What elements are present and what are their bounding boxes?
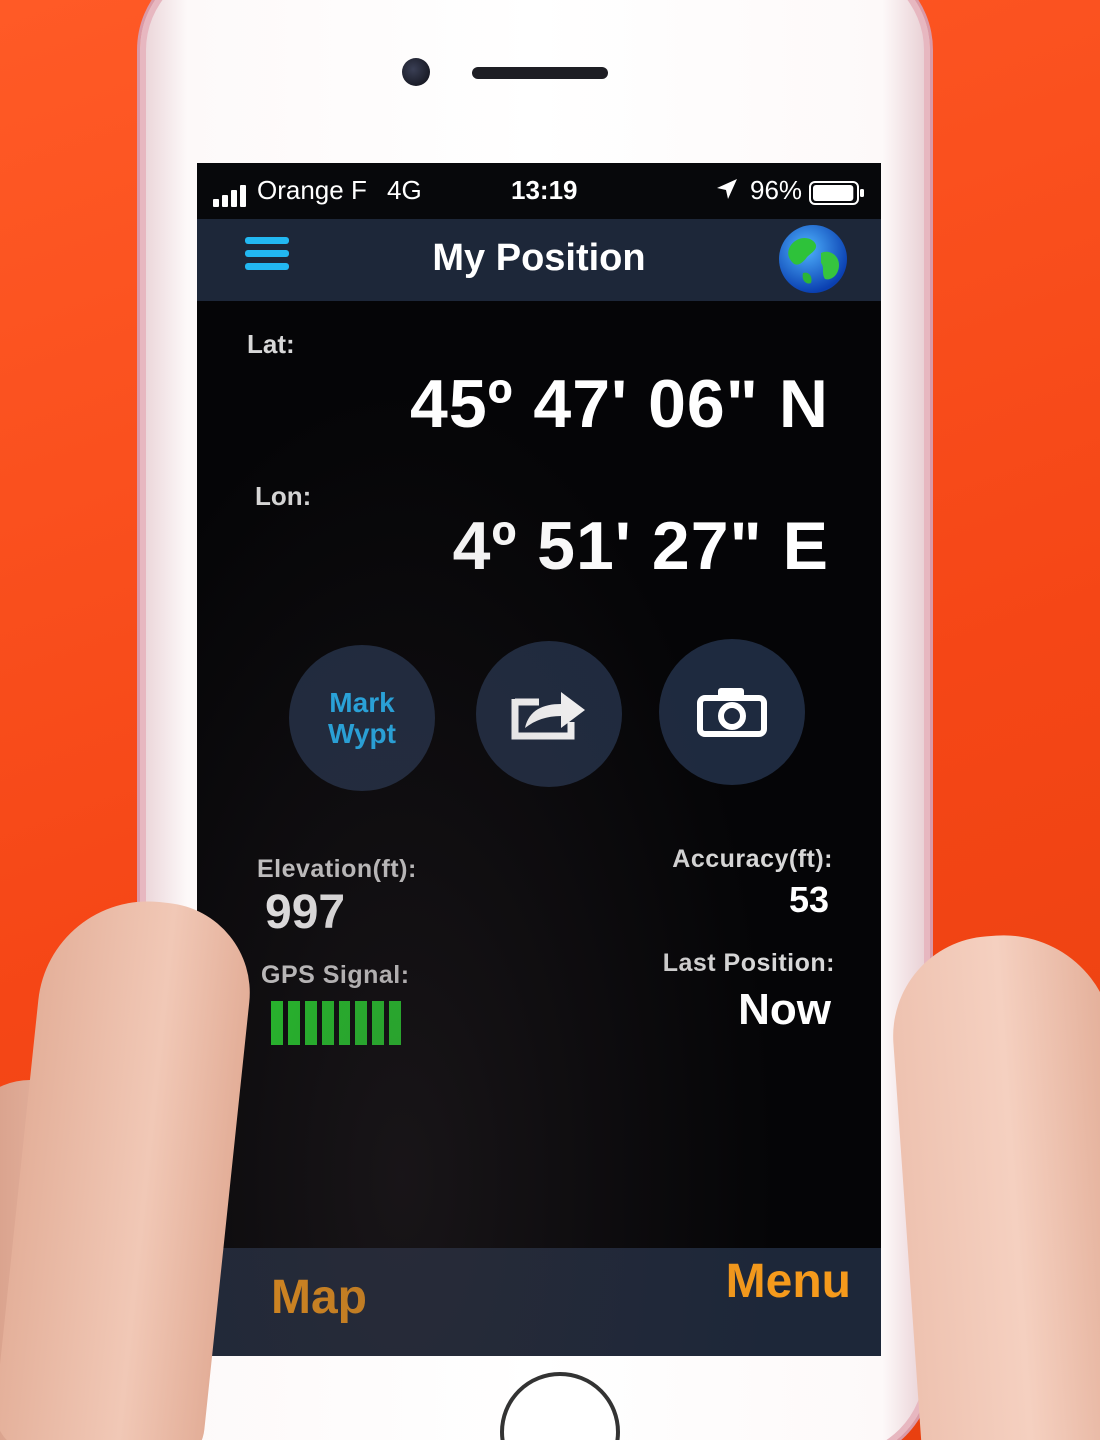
elevation-value: 997 <box>265 886 346 939</box>
carrier-name: Orange F <box>257 175 367 205</box>
gps-signal-bar <box>372 1001 385 1045</box>
tab-menu[interactable]: Menu <box>726 1254 851 1309</box>
gps-signal-bar <box>321 1001 334 1045</box>
gps-signal-bar <box>304 1001 317 1045</box>
accuracy-value: 53 <box>788 879 829 920</box>
location-arrow-icon <box>715 177 739 208</box>
mark-waypoint-label: Mark Wypt <box>328 687 396 749</box>
bottom-tab-bar: Map Menu <box>197 1248 881 1356</box>
lat-value: 45º 47' 06" N <box>410 366 829 442</box>
earpiece-speaker <box>472 67 608 79</box>
gps-signal-label: GPS Signal: <box>261 961 410 989</box>
globe-icon[interactable] <box>777 223 849 295</box>
lon-value: 4º 51' 27" E <box>452 508 829 584</box>
elevation-label: Elevation(ft): <box>257 855 417 883</box>
share-icon <box>511 692 585 740</box>
last-position-label: Last Position: <box>662 949 835 977</box>
gps-signal-meter <box>271 1001 401 1045</box>
gps-signal-bar <box>271 1001 283 1045</box>
lon-label: Lon: <box>255 481 312 511</box>
gps-signal-bar <box>287 1001 300 1045</box>
last-position-value: Now <box>738 985 831 1034</box>
battery-icon <box>809 181 865 212</box>
signal-icon <box>213 183 251 214</box>
network-type: 4G <box>387 175 422 205</box>
share-button[interactable] <box>476 641 622 787</box>
gps-signal-bar <box>338 1001 351 1045</box>
phone-screen: Orange F 4G 13:19 96% My Position Lat: 4… <box>197 163 881 1356</box>
right-thumb <box>886 927 1100 1440</box>
photo-scene: Orange F 4G 13:19 96% My Position Lat: 4… <box>0 0 1100 1440</box>
accuracy-label: Accuracy(ft): <box>672 845 833 873</box>
mark-label-line1: Mark <box>329 687 395 718</box>
gps-signal-bar <box>355 1001 368 1045</box>
camera-icon <box>697 688 767 737</box>
lat-label: Lat: <box>247 329 295 359</box>
battery-percent: 96% <box>750 175 803 205</box>
front-camera <box>402 58 430 86</box>
mark-label-line2: Wypt <box>328 718 396 749</box>
gps-signal-bar <box>389 1001 401 1045</box>
nav-bar: My Position <box>197 219 881 301</box>
mark-waypoint-button[interactable]: Mark Wypt <box>289 645 435 791</box>
status-bar: Orange F 4G 13:19 96% <box>197 163 881 219</box>
camera-button[interactable] <box>659 639 805 785</box>
tab-map[interactable]: Map <box>271 1270 367 1325</box>
status-time: 13:19 <box>511 175 578 205</box>
